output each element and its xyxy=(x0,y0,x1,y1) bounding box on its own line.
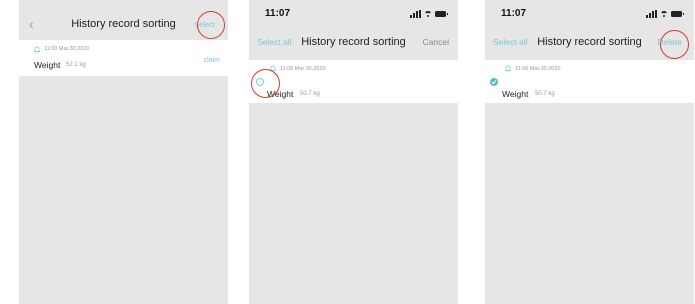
record-card[interactable]: 11:00 Mar.30,2020 Weight 52.1 kg claim xyxy=(19,40,228,76)
claim-button[interactable]: claim xyxy=(204,57,220,64)
wifi-icon xyxy=(660,10,668,18)
status-bar: 11:07 xyxy=(485,0,694,28)
bell-icon xyxy=(505,65,511,72)
bell-icon xyxy=(270,65,276,72)
signal-icon xyxy=(646,10,657,18)
record-value: 52.1 kg xyxy=(66,62,86,68)
record-card[interactable]: 11:06 Mar.30,2020 Weight 50.7 kg xyxy=(249,60,458,103)
wifi-icon xyxy=(424,10,432,18)
phone-screen-2: 11:07 Select all History record sorting … xyxy=(249,0,458,304)
battery-icon xyxy=(435,11,448,17)
status-time: 11:07 xyxy=(501,8,527,19)
record-timestamp: 11:06 Mar.30,2020 xyxy=(280,66,326,72)
checkmark-icon xyxy=(491,80,497,85)
select-button[interactable]: Select xyxy=(194,20,215,29)
record-label: Weight xyxy=(267,89,294,99)
select-checkbox-checked[interactable] xyxy=(490,78,498,86)
battery-icon xyxy=(671,11,684,17)
record-value: 50.7 kg xyxy=(300,91,320,97)
record-timestamp: 11:00 Mar.30,2020 xyxy=(44,46,90,52)
record-value: 50.7 kg xyxy=(535,91,555,97)
bell-icon xyxy=(34,46,40,53)
nav-bar: Select all History record sorting Cancel xyxy=(249,30,458,56)
phone-screen-3: 11:07 Select all History record sorting … xyxy=(485,0,694,304)
status-time: 11:07 xyxy=(265,8,291,19)
status-icons xyxy=(646,10,684,18)
phone-screen-1: ‹ History record sorting Select 11:00 Ma… xyxy=(19,0,228,304)
nav-bar: ‹ History record sorting Select xyxy=(19,12,228,38)
status-bar: 11:07 xyxy=(249,0,458,28)
status-icons xyxy=(410,10,448,18)
cancel-button[interactable]: Cancel xyxy=(423,37,449,47)
delete-button[interactable]: Delete xyxy=(657,37,682,47)
record-label: Weight xyxy=(34,60,61,70)
nav-bar: Select all History record sorting Delete xyxy=(485,30,694,56)
record-label: Weight xyxy=(502,89,529,99)
signal-icon xyxy=(410,10,421,18)
select-checkbox[interactable] xyxy=(256,78,264,86)
record-timestamp: 11:06 Mar.30,2020 xyxy=(515,66,561,72)
record-card[interactable]: 11:06 Mar.30,2020 Weight 50.7 kg xyxy=(485,60,694,103)
